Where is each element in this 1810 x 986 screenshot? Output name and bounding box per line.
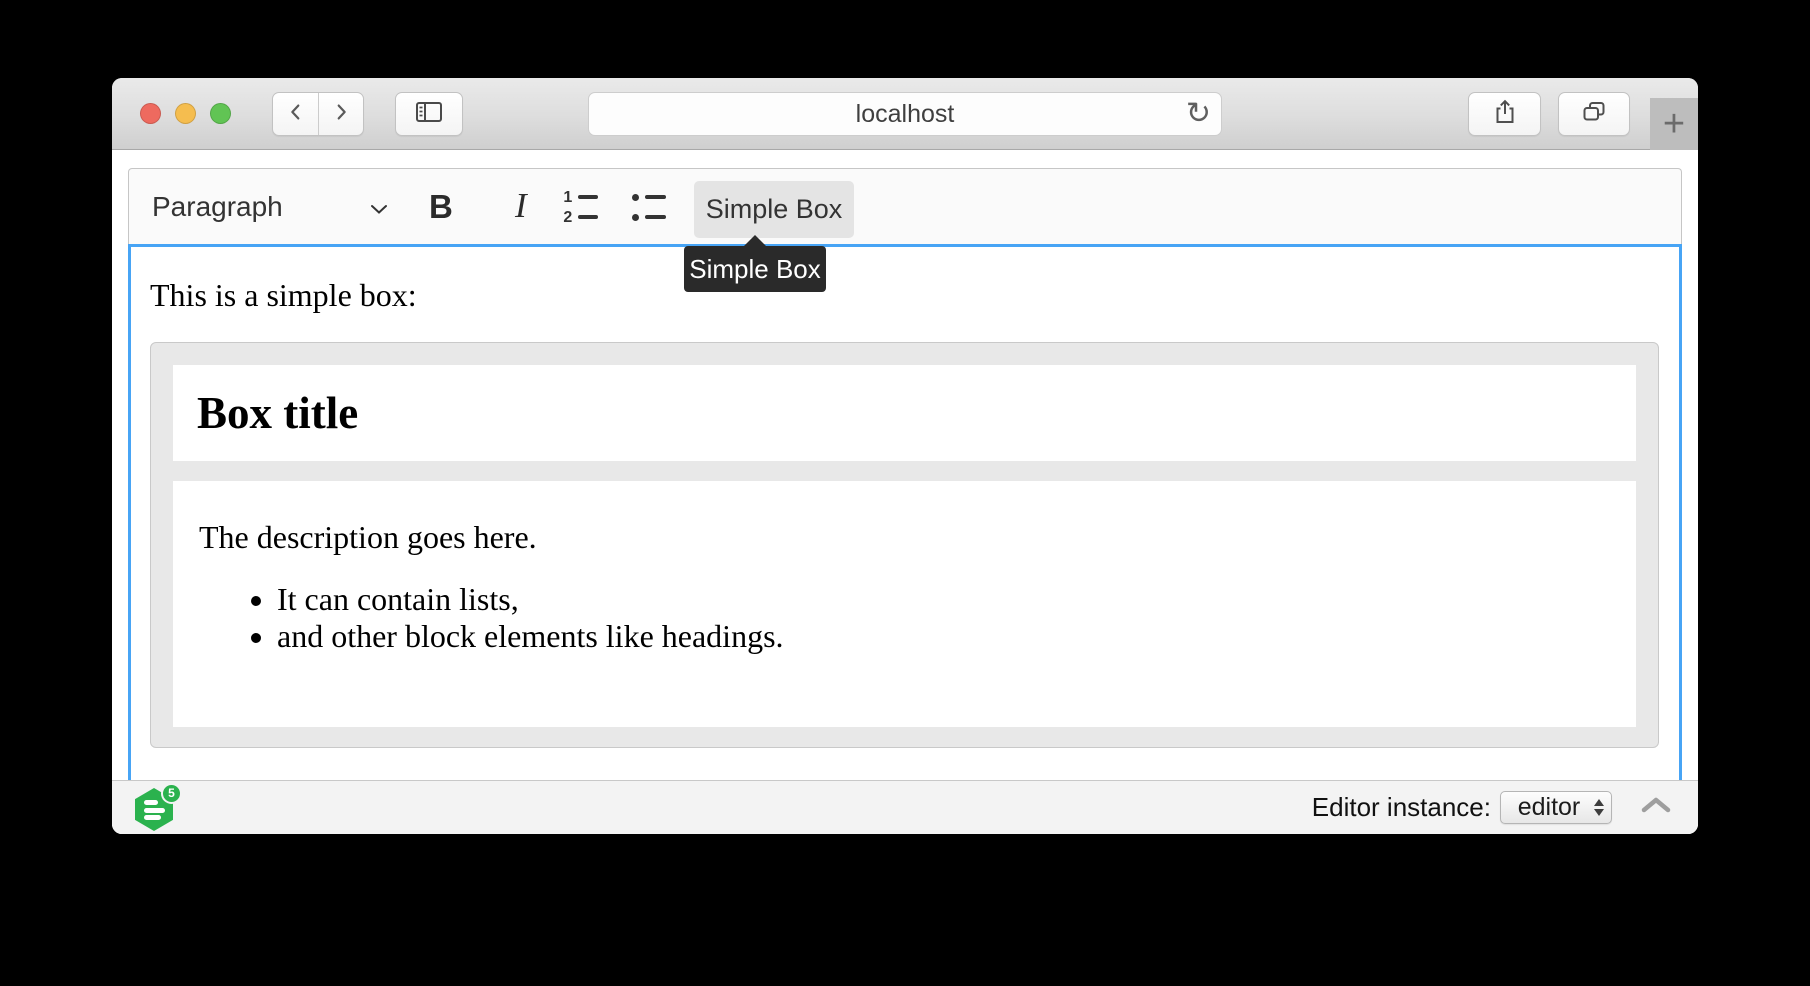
editor-toolbar: Paragraph B I 1 2 [128,168,1682,244]
bulleted-list-button[interactable] [630,189,666,225]
simple-box-button[interactable]: Simple Box [694,181,854,238]
address-bar[interactable]: localhost ↻ [588,92,1222,136]
zoom-window-button[interactable] [210,103,231,124]
box-title-heading: Box title [173,365,1636,461]
share-button[interactable] [1468,92,1541,136]
tabs-icon [1580,98,1608,131]
simple-box-description-section[interactable]: The description goes here. It can contai… [173,481,1636,727]
browser-titlebar: localhost ↻ [112,78,1698,150]
sidebar-icon [415,100,443,129]
description-paragraph: The description goes here. [199,517,1636,557]
simple-box-widget[interactable]: Box title The description goes here. It … [150,342,1659,748]
tab-overview-button[interactable] [1558,92,1630,136]
bold-button[interactable]: B [429,187,453,227]
history-nav-group [272,92,364,136]
italic-button[interactable]: I [515,185,527,227]
share-icon [1491,98,1519,131]
simple-box-tooltip: Simple Box [684,246,826,292]
list-item: It can contain lists, [277,581,1636,618]
desktop-background: localhost ↻ [0,0,1810,986]
intro-paragraph: This is a simple box: [150,275,1659,315]
heading-dropdown[interactable]: Paragraph [152,192,283,222]
bulleted-list-icon [630,192,666,203]
new-tab-button[interactable]: + [1650,98,1698,150]
address-bar-url: localhost [856,100,955,129]
sidebar-toggle-button[interactable] [395,92,463,136]
close-window-button[interactable] [140,103,161,124]
inspector-statusbar: 5 Editor instance: editor [112,780,1698,834]
forward-chevron-icon [330,101,352,128]
list-item: and other block elements like headings. [277,618,1636,655]
reload-icon[interactable]: ↻ [1186,96,1211,132]
simple-box-title-section[interactable]: Box title [173,365,1636,461]
chevron-up-icon [1640,796,1672,819]
editor-content-area[interactable]: This is a simple box: Box title The desc… [128,244,1682,834]
collapse-panel-button[interactable] [1640,796,1672,819]
select-arrows-icon [1594,792,1604,823]
ckeditor-logo-badge[interactable]: 5 [135,788,173,831]
chevron-down-icon[interactable] [370,202,388,220]
back-chevron-icon [285,101,307,128]
numbered-list-button[interactable]: 1 2 [562,189,598,225]
statusbar-right-group: Editor instance: editor [1312,781,1698,834]
plus-icon: + [1663,105,1685,143]
editor-instance-label: Editor instance: [1312,792,1491,823]
minimize-window-button[interactable] [175,103,196,124]
description-list: It can contain lists, and other block el… [199,581,1636,655]
safari-window: localhost ↻ [112,78,1698,834]
page-viewport: Paragraph B I 1 2 [112,150,1698,834]
editor-instance-select[interactable]: editor [1500,791,1612,824]
forward-button[interactable] [318,93,363,135]
editor-count-badge: 5 [161,783,182,804]
back-button[interactable] [273,93,318,135]
numbered-list-icon: 1 [562,192,598,203]
